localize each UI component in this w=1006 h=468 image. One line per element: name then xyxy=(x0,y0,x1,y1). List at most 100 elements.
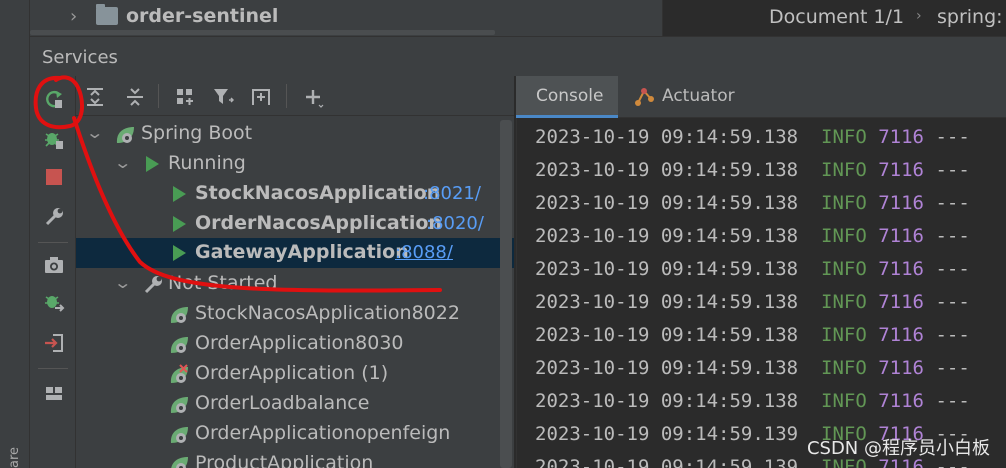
console-line: 2023-10-19 09:14:59.138 INFO 7116 --- xyxy=(535,126,970,148)
breadcrumb-item[interactable]: spring: xyxy=(937,6,1003,28)
console-line: 2023-10-19 09:14:59.138 INFO 7116 --- xyxy=(535,324,970,346)
services-tree-toolbar xyxy=(76,76,514,116)
filter-button[interactable] xyxy=(210,84,236,110)
spring-boot-icon xyxy=(171,457,188,468)
attach-debugger-button[interactable] xyxy=(41,290,67,316)
console-line: 2023-10-19 09:14:59.138 INFO 7116 --- xyxy=(535,390,970,412)
log-timestamp: 2023-10-19 09:14:59.138 xyxy=(535,159,799,181)
tree-node-label: Not Started xyxy=(168,272,278,294)
tree-node-stopped-app[interactable]: OrderApplication (1) xyxy=(76,359,514,389)
new-tab-button[interactable] xyxy=(248,84,274,110)
console-line: 2023-10-19 09:14:59.138 INFO 7116 --- xyxy=(535,357,970,379)
project-name[interactable]: order-sentinel xyxy=(126,5,278,27)
tab-actuator[interactable]: Actuator xyxy=(624,76,754,118)
log-pid: 7116 xyxy=(878,258,924,280)
tree-node-stopped-app[interactable]: OrderLoadbalance xyxy=(76,389,514,419)
stop-button[interactable] xyxy=(41,164,67,190)
chevron-down-icon[interactable]: ⌄ xyxy=(113,153,132,172)
tree-scrollbar[interactable] xyxy=(500,120,512,468)
log-level: INFO xyxy=(821,126,867,148)
log-timestamp: 2023-10-19 09:14:59.138 xyxy=(535,192,799,214)
collapse-all-icon xyxy=(127,88,143,106)
spring-boot-icon xyxy=(170,427,188,443)
tab-console[interactable]: Console xyxy=(516,76,618,118)
log-level: INFO xyxy=(821,357,867,379)
app-port-link[interactable]: :8088/ xyxy=(395,242,453,263)
group-by-button[interactable] xyxy=(172,84,198,110)
collapse-all-button[interactable] xyxy=(122,84,148,110)
services-action-bar xyxy=(30,76,76,468)
tool-window-strip-label[interactable]: are xyxy=(7,447,22,468)
log-separator: --- xyxy=(935,126,970,148)
log-timestamp: 2023-10-19 09:14:59.138 xyxy=(535,390,799,412)
add-service-button[interactable] xyxy=(300,84,326,110)
rerun-icon xyxy=(46,91,63,108)
app-name: GatewayApplication xyxy=(195,241,409,263)
editor-breadcrumb: Document 1/1 › spring: xyxy=(662,0,1006,36)
log-timestamp: 2023-10-19 09:14:59.138 xyxy=(535,258,799,280)
tree-node-not-started[interactable]: ⌄ Not Started xyxy=(76,269,514,299)
rerun-button[interactable] xyxy=(41,86,67,112)
app-name: OrderNacosApplication xyxy=(195,212,442,234)
filter-icon xyxy=(214,89,234,104)
tree-node-running-app[interactable]: OrderNacosApplication :8020/ xyxy=(76,209,514,239)
wrench-icon xyxy=(45,208,63,226)
log-pid: 7116 xyxy=(878,390,924,412)
app-name: OrderApplication (1) xyxy=(195,362,389,384)
tree-node-stopped-app[interactable]: ProductApplication xyxy=(76,449,514,468)
plus-icon xyxy=(306,90,324,108)
log-pid: 7116 xyxy=(878,159,924,181)
camera-icon xyxy=(45,257,63,273)
console-line: 2023-10-19 09:14:59.138 INFO 7116 --- xyxy=(535,225,970,247)
log-separator: --- xyxy=(935,225,970,247)
app-port-link[interactable]: :8021/ xyxy=(423,183,481,204)
services-title: Services xyxy=(42,47,118,68)
app-name: StockNacosApplication8022 xyxy=(195,302,460,324)
expand-all-button[interactable] xyxy=(82,84,108,110)
toolbar-separator xyxy=(38,368,68,369)
tree-node-stopped-app[interactable]: OrderApplication8030 xyxy=(76,329,514,359)
log-separator: --- xyxy=(935,291,970,313)
toolbar-separator xyxy=(38,242,68,243)
chevron-down-icon[interactable]: ⌄ xyxy=(85,123,104,142)
tree-node-running-app[interactable]: StockNacosApplication :8021/ xyxy=(76,179,514,209)
chevron-down-icon[interactable]: ⌄ xyxy=(113,273,132,292)
log-separator: --- xyxy=(935,324,970,346)
console-output[interactable]: 2023-10-19 09:14:59.138 INFO 7116 --- 202… xyxy=(516,118,1006,468)
chevron-right-icon[interactable]: › xyxy=(70,6,77,27)
console-line: 2023-10-19 09:14:59.138 INFO 7116 --- xyxy=(535,159,970,181)
log-timestamp: 2023-10-19 09:14:59.138 xyxy=(535,126,799,148)
log-timestamp: 2023-10-19 09:14:59.139 xyxy=(535,423,799,445)
log-separator: --- xyxy=(935,192,970,214)
tab-console-label: Console xyxy=(536,86,604,106)
snapshot-button[interactable] xyxy=(41,252,67,278)
tree-node-label: Spring Boot xyxy=(141,122,253,144)
app-name: StockNacosApplication xyxy=(195,182,441,204)
app-port-link[interactable]: :8020/ xyxy=(426,213,484,234)
document-counter: Document 1/1 xyxy=(769,6,905,28)
tree-node-label: Running xyxy=(168,152,246,174)
tree-node-running-app-selected[interactable]: GatewayApplication :8088/ xyxy=(76,238,514,268)
tree-node-stopped-app[interactable]: StockNacosApplication8022 xyxy=(76,299,514,329)
spring-boot-icon xyxy=(170,337,188,353)
log-level: INFO xyxy=(821,324,867,346)
edit-configuration-button[interactable] xyxy=(41,204,67,230)
breadcrumb-separator-icon: › xyxy=(916,8,922,24)
services-tree: ⌄ Spring Boot ⌄ Running StockNacosApplic… xyxy=(76,116,514,468)
debug-button[interactable] xyxy=(41,126,67,152)
tree-node-spring-boot[interactable]: ⌄ Spring Boot xyxy=(76,119,514,149)
app-name: OrderLoadbalance xyxy=(195,392,370,414)
export-button[interactable] xyxy=(41,330,67,356)
group-icon xyxy=(177,89,193,105)
expand-all-icon xyxy=(87,88,103,106)
log-level: INFO xyxy=(821,258,867,280)
tree-node-running[interactable]: ⌄ Running xyxy=(76,149,514,179)
log-separator: --- xyxy=(935,357,970,379)
horizontal-scrollbar[interactable] xyxy=(30,30,495,35)
app-name: ProductApplication xyxy=(195,452,374,468)
tree-node-stopped-app[interactable]: OrderApplicationopenfeign xyxy=(76,419,514,449)
console-line: 2023-10-19 09:14:59.138 INFO 7116 --- xyxy=(535,258,970,280)
bug-arrow-icon xyxy=(45,296,65,312)
log-level: INFO xyxy=(821,159,867,181)
layout-button[interactable] xyxy=(41,380,67,406)
